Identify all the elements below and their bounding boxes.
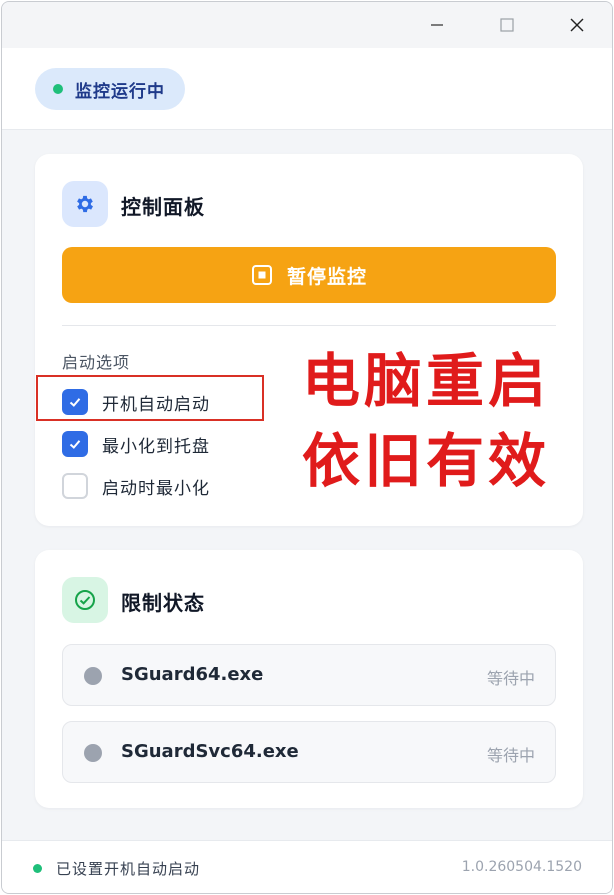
checkmark-icon: [69, 440, 81, 449]
pause-monitor-button[interactable]: 暂停监控: [62, 247, 556, 303]
annotation-highlight-box: [36, 375, 264, 421]
start-minimized-label: 启动时最小化: [102, 478, 210, 499]
limit-status-title: 限制状态: [121, 591, 205, 615]
start-minimized-checkbox[interactable]: [62, 473, 88, 499]
monitor-status-text: 监控运行中: [75, 81, 165, 102]
monitor-status-badge: 监控运行中: [35, 68, 185, 110]
startup-options-label: 启动选项: [62, 353, 131, 372]
title-bar: [2, 2, 612, 48]
option-start-minimized[interactable]: 启动时最小化: [62, 472, 210, 500]
process-state: 等待中: [486, 669, 535, 688]
annotation-text-line2: 依旧有效: [302, 427, 551, 495]
process-status-dot: [84, 667, 102, 685]
process-row: SGuardSvc64.exe 等待中: [62, 721, 556, 783]
limit-status-card: 限制状态 SGuard64.exe 等待中 SGuardSvc64.exe 等待…: [35, 550, 583, 808]
minimize-icon: [431, 24, 443, 26]
process-name: SGuardSvc64.exe: [121, 741, 299, 762]
divider: [62, 325, 556, 326]
stop-icon: [251, 265, 272, 285]
minimize-to-tray-checkbox[interactable]: [62, 431, 88, 457]
footer-status-dot: [33, 864, 42, 873]
control-panel-icon-badge: [62, 181, 108, 227]
footer-status-text: 已设置开机自动启动: [56, 860, 201, 878]
minimize-to-tray-label: 最小化到托盘: [102, 436, 210, 457]
maximize-icon: [500, 18, 514, 32]
limit-status-icon-badge: [62, 577, 108, 623]
process-status-dot: [84, 744, 102, 762]
annotation-text-line1: 电脑重启: [302, 347, 551, 415]
process-name: SGuard64.exe: [121, 664, 264, 685]
gear-icon: [77, 195, 93, 213]
maximize-button[interactable]: [484, 10, 530, 40]
version-label: 1.0.260504.1520: [461, 859, 582, 875]
close-icon: [570, 18, 584, 32]
close-button[interactable]: [554, 10, 600, 40]
minimize-button[interactable]: [414, 10, 460, 40]
option-minimize-to-tray[interactable]: 最小化到托盘: [62, 430, 210, 458]
app-header: 监控运行中: [2, 48, 612, 130]
pause-monitor-label: 暂停监控: [286, 265, 367, 288]
status-dot: [53, 84, 63, 94]
check-circle-icon: [75, 590, 95, 610]
status-footer: 已设置开机自动启动 1.0.260504.1520: [2, 840, 612, 893]
process-row: SGuard64.exe 等待中: [62, 644, 556, 706]
control-panel-title: 控制面板: [121, 195, 205, 219]
process-state: 等待中: [486, 746, 535, 765]
